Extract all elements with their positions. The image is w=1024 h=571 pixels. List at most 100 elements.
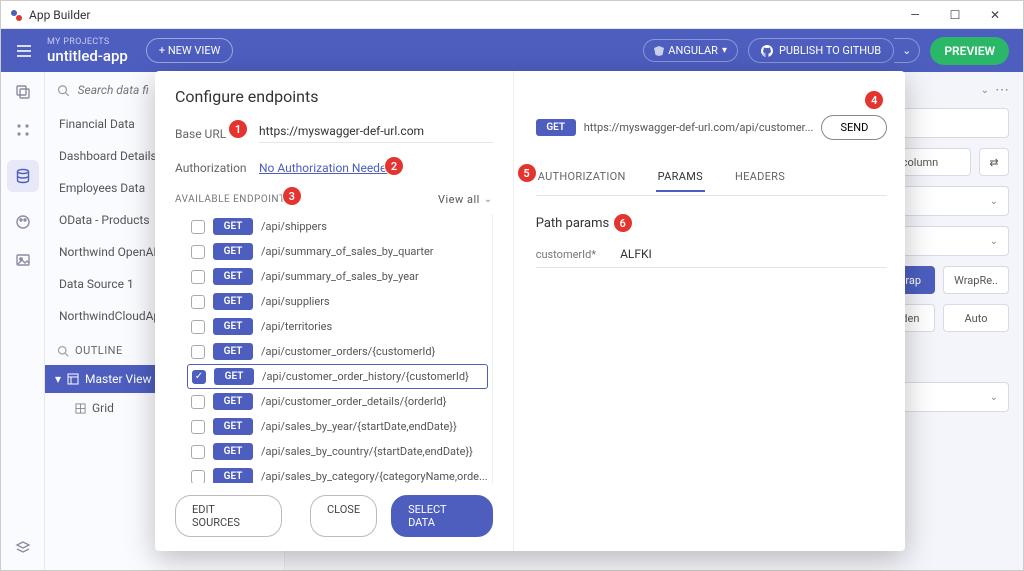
endpoint-path: /api/sales_by_year/{startDate,endDate}} [261,420,488,433]
endpoint-checkbox[interactable] [191,270,205,284]
wrap-reverse-button[interactable]: WrapRe.. [943,266,1009,294]
endpoint-checkbox[interactable] [191,320,205,334]
endpoint-row[interactable]: GET /api/sales_by_category/{categoryName… [191,464,488,483]
preview-button[interactable]: PREVIEW [930,37,1009,65]
image-icon[interactable] [15,252,31,268]
marker-2: 2 [385,157,403,175]
close-button[interactable]: ✕ [975,3,1015,27]
marker-1: 1 [229,120,247,138]
request-url: https://myswagger-def-url.com/api/custom… [584,121,814,134]
endpoint-row[interactable]: GET /api/customer_orders/{customerId} [191,339,488,364]
endpoint-row[interactable]: GET /api/shippers [191,214,488,239]
endpoint-path: /api/sales_by_country/{startDate,endDate… [261,445,488,458]
endpoint-row[interactable]: GET /api/territories [191,314,488,339]
projects-label: MY PROJECTS [47,37,128,47]
chevron-down-icon: ⌄ [990,196,998,207]
outline-item-label: Master View [85,372,151,386]
minimize-button[interactable]: — [895,3,935,27]
chevron-down-icon[interactable]: ⌄ [981,85,989,96]
new-view-button[interactable]: + NEW VIEW [146,38,234,63]
auth-link[interactable]: No Authorization Needed [259,161,393,175]
tab-headers[interactable]: HEADERS [733,164,787,191]
chevron-down-icon: ⌄ [902,44,911,57]
chevron-down-icon: ▾ [722,45,727,56]
search-icon [57,345,69,357]
endpoint-path: /api/sales_by_category/{categoryName,ord… [261,470,488,483]
chevron-down-icon: ⌄ [990,236,998,247]
endpoint-row[interactable]: GET /api/sales_by_country/{startDate,end… [191,439,488,464]
endpoint-checkbox[interactable] [191,395,205,409]
view-all-dropdown[interactable]: View all ⌄ [438,193,493,206]
method-badge: GET [213,318,253,335]
param-value-input[interactable]: ALFKI [620,247,652,261]
endpoint-checkbox[interactable] [191,295,205,309]
endpoint-checkbox[interactable] [191,245,205,259]
method-badge: GET [213,243,253,260]
app-name[interactable]: untitled-app [47,47,128,65]
endpoint-checkbox[interactable] [191,220,205,234]
outline-sub-label: Grid [92,401,114,415]
tab-params[interactable]: PARAMS [656,164,705,191]
endpoint-row[interactable]: GET /api/customer_order_history/{custome… [187,364,488,389]
endpoint-row[interactable]: GET /api/sales_by_year/{startDate,endDat… [191,414,488,439]
auth-label: Authorization [175,161,259,175]
more-icon[interactable]: ⋯ [995,82,1009,98]
endpoint-path: /api/customer_order_history/{customerId} [262,370,483,383]
chevron-down-icon: ⌄ [484,194,493,205]
title-bar: App Builder — ☐ ✕ [1,1,1023,29]
app-icon [9,8,23,22]
method-badge: GET [214,368,254,385]
publish-github-button[interactable]: PUBLISH TO GITHUB [748,38,894,63]
available-endpoints-label: AVAILABLE ENDPOINTS [175,194,292,205]
endpoint-path: /api/summary_of_sales_by_year [261,270,488,283]
base-url-value[interactable]: https://myswagger-def-url.com [259,124,493,143]
endpoint-row[interactable]: GET /api/summary_of_sales_by_year [191,264,488,289]
method-badge: GET [213,468,253,483]
method-badge: GET [213,293,253,310]
publish-dropdown-button[interactable]: ⌄ [894,38,920,63]
database-icon[interactable] [7,160,39,192]
send-button[interactable]: SEND [821,115,887,140]
framework-chip[interactable]: ANGULAR ▾ [643,39,738,62]
select-data-button[interactable]: SELECT DATA [391,495,493,537]
grid-icon[interactable] [15,122,31,138]
method-badge: GET [213,393,253,410]
endpoint-path: /api/suppliers [261,295,488,308]
method-badge: GET [213,443,253,460]
endpoint-checkbox[interactable] [192,370,206,384]
marker-3: 3 [283,187,301,205]
endpoint-checkbox[interactable] [191,470,205,484]
view-all-label: View all [438,193,480,206]
endpoint-checkbox[interactable] [191,420,205,434]
endpoint-row[interactable]: GET /api/suppliers [191,289,488,314]
endpoint-row[interactable]: GET /api/summary_of_sales_by_quarter [191,239,488,264]
copy-icon[interactable] [15,84,31,100]
layers-icon[interactable] [15,540,31,556]
dialog-title: Configure endpoints [175,87,493,106]
endpoint-checkbox[interactable] [191,445,205,459]
auto-button[interactable]: Auto [943,304,1009,332]
endpoint-checkbox[interactable] [191,345,205,359]
endpoint-path: /api/customer_order_details/{orderId} [261,395,488,408]
menu-icon[interactable] [15,42,33,60]
configure-endpoints-dialog: Configure endpoints Base URL https://mys… [155,71,905,551]
publish-label: PUBLISH TO GITHUB [779,44,881,57]
tab-authorization[interactable]: AUTHORIZATION [536,164,628,191]
endpoint-path: /api/customer_orders/{customerId} [261,345,488,358]
marker-5: 5 [518,164,536,182]
maximize-button[interactable]: ☐ [935,3,975,27]
param-name: customerId* [536,248,596,261]
endpoint-row[interactable]: GET /api/customer_order_details/{orderId… [191,389,488,414]
window-title: App Builder [29,8,90,22]
edit-sources-button[interactable]: EDIT SOURCES [175,495,282,537]
left-rail [1,72,45,570]
endpoint-path: /api/summary_of_sales_by_quarter [261,245,488,258]
swap-button[interactable]: ⇄ [979,148,1009,176]
endpoints-list: GET /api/shippers GET /api/summary_of_sa… [175,214,493,483]
framework-label: ANGULAR [668,44,718,57]
close-button[interactable]: CLOSE [310,495,377,537]
palette-icon[interactable] [15,214,31,230]
chevron-down-icon: ⌄ [990,392,998,403]
outline-header: OUTLINE [75,344,123,357]
marker-6: 6 [614,214,632,232]
